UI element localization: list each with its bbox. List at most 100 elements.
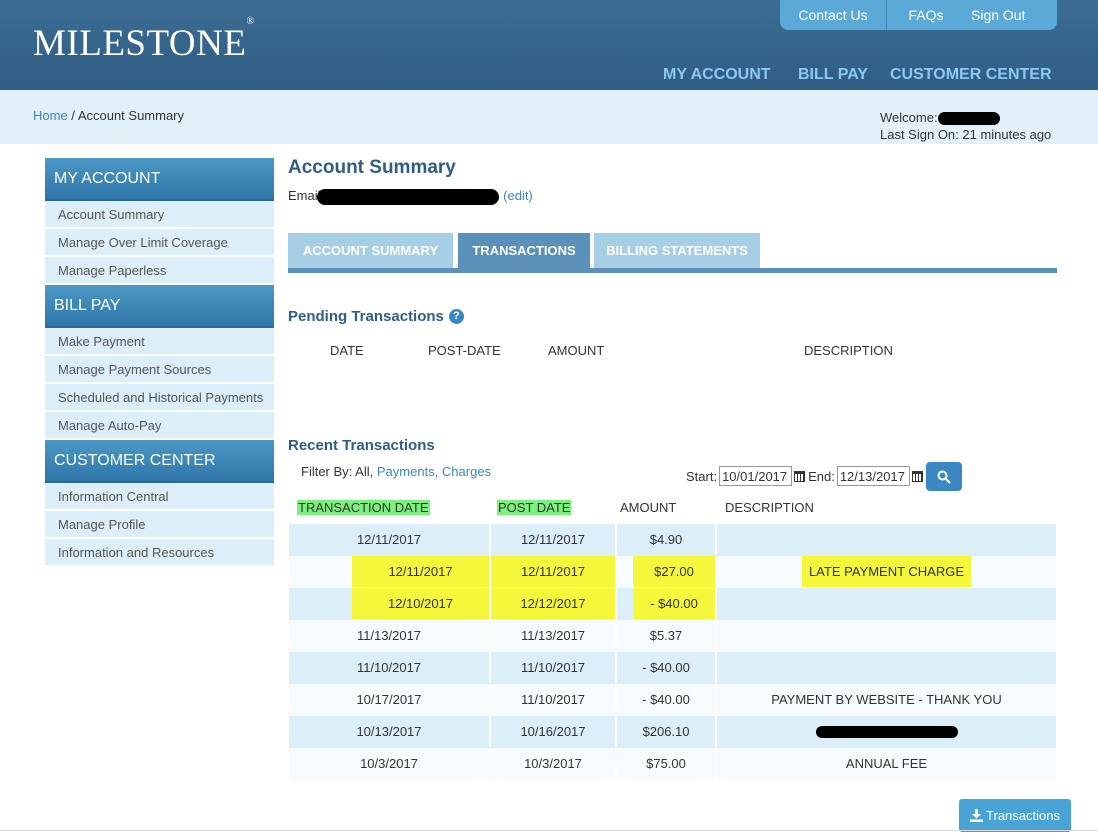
cell-description: [717, 524, 1056, 555]
cell-amount: - $40.00: [617, 684, 717, 715]
search-button[interactable]: [926, 462, 962, 491]
sidebar-item-payment-sources[interactable]: Manage Payment Sources: [45, 356, 274, 384]
start-date-input[interactable]: [719, 466, 793, 486]
cell-post-date: 12/11/2017: [491, 524, 617, 555]
cell-post-date: 10/16/2017: [491, 716, 617, 747]
cell-transaction-date: 10/13/2017: [289, 716, 491, 747]
cell-amount: $4.90: [617, 524, 717, 555]
col-post-date[interactable]: POST DATE: [497, 500, 572, 515]
recent-transactions-title: Recent Transactions: [288, 437, 435, 454]
contact-us-link[interactable]: Contact Us: [780, 0, 887, 30]
cell-transaction-date: 10/17/2017: [289, 684, 491, 715]
pending-col-amount: AMOUNT: [548, 343, 605, 358]
last-sign-on: Last Sign On: 21 minutes ago: [880, 127, 1052, 142]
nav-bill-pay[interactable]: BILL PAY: [798, 66, 868, 84]
cell-transaction-date: 10/3/2017: [289, 748, 491, 779]
cell-description: [717, 716, 1056, 747]
sidebar-heading-my-account: MY ACCOUNT: [45, 158, 274, 201]
filter-row: Filter By: All, Payments, Charges: [301, 464, 491, 479]
cell-description: PAYMENT BY WEBSITE - THANK YOU: [771, 692, 1002, 707]
table-row: 12/10/2017 12/12/2017 - $40.00: [289, 588, 1056, 620]
download-icon: [970, 809, 984, 822]
sidebar-item-scheduled-payments[interactable]: Scheduled and Historical Payments: [45, 384, 274, 412]
late-payment-highlight: LATE PAYMENT CHARGE: [801, 556, 972, 587]
cell-amount: $5.37: [617, 620, 717, 651]
sidebar-item-manage-profile[interactable]: Manage Profile: [45, 511, 274, 539]
cell-transaction-date: 11/13/2017: [289, 620, 491, 651]
search-icon: [937, 470, 951, 484]
cell-post-date: 11/13/2017: [491, 620, 617, 651]
tab-account-summary[interactable]: ACCOUNT SUMMARY: [288, 233, 453, 268]
nav-customer-center[interactable]: CUSTOMER CENTER: [890, 66, 1052, 84]
filter-charges-link[interactable]: Charges: [442, 464, 491, 479]
milestone-logo[interactable]: MILESTONE®: [33, 16, 255, 65]
faqs-link[interactable]: FAQs: [887, 0, 965, 30]
welcome-label: Welcome:: [880, 110, 938, 125]
cell-description: [717, 620, 1056, 651]
calendar-icon[interactable]: [794, 470, 806, 482]
cell-amount: $75.00: [617, 748, 717, 779]
cell-description: ANNUAL FEE: [845, 756, 928, 771]
tab-transactions[interactable]: TRANSACTIONS: [458, 233, 590, 268]
sidebar-item-over-limit[interactable]: Manage Over Limit Coverage: [45, 229, 274, 257]
col-transaction-date[interactable]: TRANSACTION DATE: [297, 500, 430, 515]
sidebar-item-account-summary[interactable]: Account Summary: [45, 201, 274, 229]
redacted-email: [316, 188, 499, 205]
filter-payments-link[interactable]: Payments,: [377, 464, 438, 479]
cell-amount: - $40.00: [617, 652, 717, 683]
breadcrumb-current: Account Summary: [77, 108, 185, 123]
cell-post-date: 12/12/2017: [491, 588, 617, 619]
pending-transactions-title: Pending Transactions?: [288, 308, 464, 325]
sidebar-item-paperless[interactable]: Manage Paperless: [45, 257, 274, 285]
calendar-icon[interactable]: [911, 470, 923, 482]
download-transactions-button[interactable]: Transactions: [959, 799, 1071, 832]
help-icon[interactable]: ?: [448, 309, 464, 324]
sidebar-item-information-central[interactable]: Information Central: [45, 483, 274, 511]
tab-billing-statements[interactable]: BILLING STATEMENTS: [594, 233, 760, 268]
pending-col-description: DESCRIPTION: [804, 343, 893, 358]
table-row: 11/13/2017 11/13/2017 $5.37: [289, 620, 1056, 652]
cell-description: LATE PAYMENT CHARGE: [717, 556, 1056, 587]
email-row: Email (edit): [288, 188, 533, 205]
table-row: 10/3/2017 10/3/2017 $75.00 ANNUAL FEE: [289, 748, 1056, 780]
pending-col-date: DATE: [330, 343, 364, 358]
redacted-description: [815, 725, 958, 738]
col-description[interactable]: DESCRIPTION: [725, 500, 814, 515]
col-amount[interactable]: AMOUNT: [620, 500, 676, 515]
cell-transaction-date: 12/10/2017: [289, 588, 491, 619]
sidebar: MY ACCOUNT Account Summary Manage Over L…: [45, 158, 274, 567]
cell-post-date: 10/3/2017: [491, 748, 617, 779]
cell-post-date: 11/10/2017: [491, 652, 617, 683]
breadcrumb: Home / Account Summary: [33, 108, 185, 123]
redacted-name: [937, 112, 1000, 126]
start-label: Start:: [686, 468, 718, 484]
sign-out-link[interactable]: Sign Out: [965, 0, 1057, 30]
footer-divider: [0, 830, 1098, 831]
sidebar-item-information-resources[interactable]: Information and Resources: [45, 539, 274, 567]
end-date-input[interactable]: [836, 466, 910, 486]
cell-description: [717, 652, 1056, 683]
table-row: 10/13/2017 10/16/2017 $206.10: [289, 716, 1056, 748]
page-title: Account Summary: [288, 157, 456, 178]
transactions-table: 12/11/2017 12/11/2017 $4.90 12/11/2017 1…: [289, 524, 1056, 780]
welcome-info: Welcome: Last Sign On: 21 minutes ago: [880, 109, 1051, 143]
cell-amount: $27.00: [617, 556, 717, 587]
filter-label: Filter By: All,: [301, 464, 377, 479]
edit-email-link[interactable]: (edit): [503, 188, 533, 203]
email-label: Email: [288, 188, 321, 203]
end-label: End:: [808, 468, 835, 484]
sidebar-item-auto-pay[interactable]: Manage Auto-Pay: [45, 412, 274, 440]
sidebar-heading-customer-center: CUSTOMER CENTER: [45, 440, 274, 483]
cell-post-date: 11/10/2017: [491, 684, 617, 715]
nav-my-account[interactable]: MY ACCOUNT: [663, 66, 771, 84]
sidebar-item-make-payment[interactable]: Make Payment: [45, 328, 274, 356]
sidebar-heading-bill-pay: BILL PAY: [45, 285, 274, 328]
cell-amount: - $40.00: [617, 588, 717, 619]
site-header: MILESTONE® Contact Us FAQs Sign Out MY A…: [0, 0, 1098, 90]
utility-links: Contact Us FAQs Sign Out: [780, 0, 1057, 30]
date-range: Start: End:: [686, 466, 926, 486]
cell-description: [717, 588, 1056, 619]
table-row: 12/11/2017 12/11/2017 $4.90: [289, 524, 1056, 556]
breadcrumb-home-link[interactable]: Home: [33, 108, 68, 123]
pending-col-post-date: POST-DATE: [428, 343, 501, 358]
